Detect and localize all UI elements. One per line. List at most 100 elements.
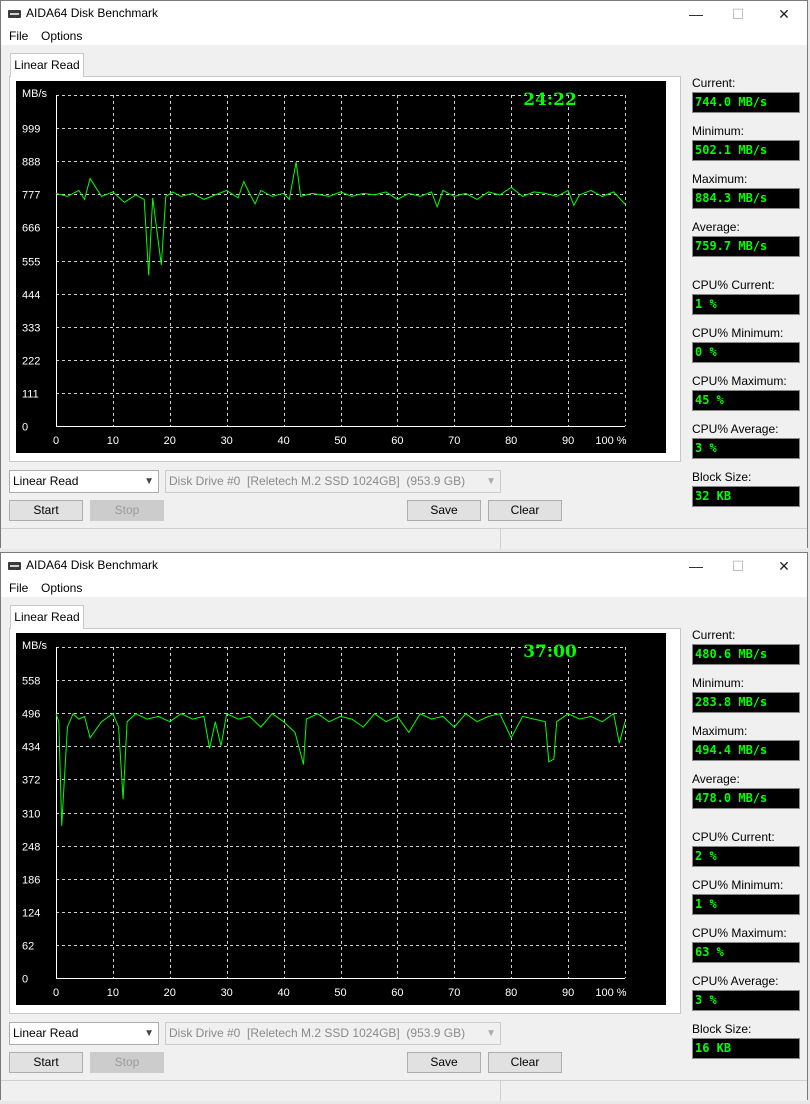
drive-select[interactable]: Disk Drive #0 [Reletech M.2 SSD 1024GB] …: [165, 1022, 501, 1045]
y-tick-label: 333: [22, 323, 40, 335]
menu-options[interactable]: Options: [41, 29, 82, 43]
average-value: 759.7 MB/s: [692, 236, 800, 257]
menu-file[interactable]: File: [9, 581, 28, 595]
y-tick-label: 186: [22, 875, 40, 887]
test-type-value: Linear Read: [13, 474, 79, 488]
current-value: 744.0 MB/s: [692, 92, 800, 113]
window-title: AIDA64 Disk Benchmark: [26, 558, 159, 572]
block-size-value: 32 KB: [692, 486, 800, 507]
cpu-minimum-value: 1 %: [692, 894, 800, 915]
save-button[interactable]: Save: [407, 500, 481, 521]
cpu-average-value: 3 %: [692, 438, 800, 459]
average-label: Average:: [692, 772, 740, 786]
y-tick-label: 496: [22, 709, 40, 721]
y-tick-label: 888: [22, 157, 40, 169]
tab-linear-read[interactable]: Linear Read: [10, 605, 84, 629]
x-tick-label: 70: [448, 987, 460, 999]
window-title: AIDA64 Disk Benchmark: [26, 6, 159, 20]
x-tick-label: 70: [448, 435, 460, 447]
elapsed-timer: 37:00: [523, 642, 577, 662]
cpu-maximum-label: CPU% Maximum:: [692, 374, 787, 388]
maximum-value: 884.3 MB/s: [692, 188, 800, 209]
title-bar[interactable]: AIDA64 Disk Benchmark — ☐ ✕: [1, 553, 807, 579]
test-type-select[interactable]: Linear Read ▼: [9, 1022, 159, 1045]
y-tick-label: 0: [22, 974, 28, 986]
minimum-label: Minimum:: [692, 676, 745, 690]
minimize-button[interactable]: —: [673, 1, 719, 27]
y-tick-label: 310: [22, 809, 40, 821]
y-tick-label: 555: [22, 257, 40, 269]
status-bar: [1, 1080, 807, 1101]
cpu-maximum-value: 45 %: [692, 390, 800, 411]
benchmark-window-1: AIDA64 Disk Benchmark — ☐ ✕ File Options…: [0, 0, 808, 549]
disk-icon: [8, 10, 21, 18]
x-tick-label: 80: [505, 435, 517, 447]
close-button[interactable]: ✕: [761, 553, 807, 579]
current-value: 480.6 MB/s: [692, 644, 800, 665]
y-tick-label: 999: [22, 124, 40, 136]
close-button[interactable]: ✕: [761, 1, 807, 27]
drive-select[interactable]: Disk Drive #0 [Reletech M.2 SSD 1024GB] …: [165, 470, 501, 493]
cpu-maximum-value: 63 %: [692, 942, 800, 963]
x-tick-label: 20: [164, 987, 176, 999]
menu-file[interactable]: File: [9, 29, 28, 43]
maximum-label: Maximum:: [692, 172, 748, 186]
block-size-label: Block Size:: [692, 1022, 752, 1036]
start-button[interactable]: Start: [9, 1052, 83, 1073]
minimum-value: 502.1 MB/s: [692, 140, 800, 161]
y-tick-label: 777: [22, 190, 40, 202]
clear-button[interactable]: Clear: [488, 1052, 562, 1073]
drive-value: Disk Drive #0 [Reletech M.2 SSD 1024GB] …: [169, 474, 466, 488]
x-tick-label: 90: [562, 987, 574, 999]
current-label: Current:: [692, 628, 736, 642]
x-tick-label: 90: [562, 435, 574, 447]
chevron-down-icon: ▼: [144, 476, 154, 487]
speed-chart: 0 62 124 186 248 310 372 434 496 558 0 10 20 30 40 50 60…: [16, 633, 666, 1005]
x-tick-label: 0: [53, 987, 59, 999]
cpu-minimum-value: 0 %: [692, 342, 800, 363]
status-divider: [500, 1081, 501, 1101]
cpu-average-value: 3 %: [692, 990, 800, 1011]
y-tick-label: 444: [22, 290, 40, 302]
test-type-select[interactable]: Linear Read ▼: [9, 470, 159, 493]
x-tick-label: 50: [334, 435, 346, 447]
disk-icon: [8, 562, 21, 570]
elapsed-timer: 24:22: [523, 90, 577, 110]
status-bar: [1, 528, 807, 549]
y-tick-label: 0: [22, 422, 28, 434]
menu-options[interactable]: Options: [41, 581, 82, 595]
y-tick-label: 124: [22, 908, 40, 920]
x-tick-label: 30: [221, 987, 233, 999]
test-type-value: Linear Read: [13, 1026, 79, 1040]
current-label: Current:: [692, 76, 736, 90]
clear-button[interactable]: Clear: [488, 500, 562, 521]
x-tick-label: 20: [164, 435, 176, 447]
stop-button[interactable]: Stop: [90, 500, 164, 521]
y-axis-label: MB/s: [22, 640, 48, 652]
drive-value: Disk Drive #0 [Reletech M.2 SSD 1024GB] …: [169, 1026, 466, 1040]
cpu-maximum-label: CPU% Maximum:: [692, 926, 787, 940]
cpu-average-label: CPU% Average:: [692, 422, 779, 436]
maximize-button[interactable]: ☐: [715, 553, 761, 579]
cpu-current-label: CPU% Current:: [692, 278, 775, 292]
x-tick-label: 100 %: [595, 435, 626, 447]
cpu-current-label: CPU% Current:: [692, 830, 775, 844]
benchmark-window-2: AIDA64 Disk Benchmark — ☐ ✕ File Options…: [0, 552, 808, 1101]
average-label: Average:: [692, 220, 740, 234]
cpu-average-label: CPU% Average:: [692, 974, 779, 988]
maximize-button[interactable]: ☐: [715, 1, 761, 27]
tab-linear-read[interactable]: Linear Read: [10, 53, 84, 77]
title-bar[interactable]: AIDA64 Disk Benchmark — ☐ ✕: [1, 1, 807, 27]
average-value: 478.0 MB/s: [692, 788, 800, 809]
cpu-minimum-label: CPU% Minimum:: [692, 326, 784, 340]
start-button[interactable]: Start: [9, 500, 83, 521]
cpu-current-value: 1 %: [692, 294, 800, 315]
minimum-label: Minimum:: [692, 124, 745, 138]
cpu-current-value: 2 %: [692, 846, 800, 867]
stop-button[interactable]: Stop: [90, 1052, 164, 1073]
y-tick-label: 222: [22, 356, 40, 368]
minimize-button[interactable]: —: [673, 553, 719, 579]
save-button[interactable]: Save: [407, 1052, 481, 1073]
maximum-value: 494.4 MB/s: [692, 740, 800, 761]
speed-chart: 0 111 222 333 444 555 666 777 888 999 0 10 20 30 40 50 6…: [16, 81, 666, 453]
